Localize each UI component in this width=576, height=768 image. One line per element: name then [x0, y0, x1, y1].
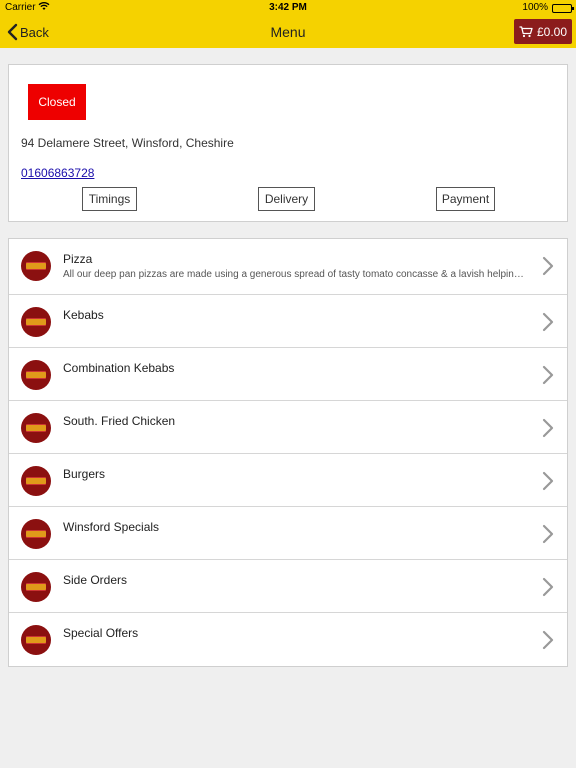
- menu-category-list: Pizza All our deep pan pizzas are made u…: [8, 238, 568, 667]
- chevron-right-icon: [542, 365, 554, 385]
- menu-item-description: All our deep pan pizzas are made using a…: [63, 269, 528, 280]
- restaurant-logo: [21, 251, 51, 281]
- nav-bar: Back Menu £0.00: [0, 16, 576, 48]
- menu-item-title: Special Offers: [63, 626, 139, 640]
- restaurant-logo: [21, 625, 51, 655]
- menu-item-burgers[interactable]: Burgers: [9, 454, 567, 507]
- cart-button[interactable]: £0.00: [514, 19, 572, 44]
- status-bar: Carrier 3:42 PM 100%: [0, 0, 576, 16]
- status-badge: Closed: [28, 84, 86, 120]
- phone-link[interactable]: 01606863728: [21, 166, 94, 180]
- cart-icon: [519, 25, 533, 37]
- store-address: 94 Delamere Street, Winsford, Cheshire: [21, 136, 234, 150]
- battery-percent: 100%: [522, 2, 548, 13]
- restaurant-logo: [21, 519, 51, 549]
- restaurant-logo: [21, 466, 51, 496]
- chevron-right-icon: [542, 418, 554, 438]
- menu-item-title: Combination Kebabs: [63, 361, 175, 375]
- menu-item-title: Winsford Specials: [63, 520, 160, 534]
- menu-item-title: Pizza: [63, 252, 93, 266]
- menu-item-side-orders[interactable]: Side Orders: [9, 560, 567, 613]
- chevron-right-icon: [542, 312, 554, 332]
- chevron-right-icon: [542, 524, 554, 544]
- restaurant-logo: [21, 413, 51, 443]
- menu-item-southern-fried-chicken[interactable]: South. Fried Chicken: [9, 401, 567, 454]
- timings-button[interactable]: Timings: [82, 187, 137, 211]
- chevron-right-icon: [542, 577, 554, 597]
- menu-item-winsford-specials[interactable]: Winsford Specials: [9, 507, 567, 560]
- page-title: Menu: [270, 24, 306, 40]
- delivery-button[interactable]: Delivery: [258, 187, 315, 211]
- menu-item-kebabs[interactable]: Kebabs: [9, 295, 567, 348]
- store-info-card: Closed 94 Delamere Street, Winsford, Che…: [8, 64, 568, 222]
- clock: 3:42 PM: [269, 2, 307, 13]
- restaurant-logo: [21, 572, 51, 602]
- menu-item-combination-kebabs[interactable]: Combination Kebabs: [9, 348, 567, 401]
- chevron-right-icon: [542, 471, 554, 491]
- menu-item-title: Kebabs: [63, 308, 104, 322]
- cart-total: £0.00: [536, 24, 568, 39]
- menu-item-special-offers[interactable]: Special Offers: [9, 613, 567, 666]
- restaurant-logo: [21, 360, 51, 390]
- menu-item-title: Burgers: [63, 467, 106, 481]
- menu-item-title: South. Fried Chicken: [63, 414, 176, 428]
- chevron-right-icon: [542, 256, 554, 276]
- menu-item-title: Side Orders: [63, 573, 128, 587]
- restaurant-logo: [21, 307, 51, 337]
- payment-button[interactable]: Payment: [436, 187, 495, 211]
- menu-item-pizza[interactable]: Pizza All our deep pan pizzas are made u…: [9, 239, 567, 295]
- chevron-right-icon: [542, 630, 554, 650]
- battery-icon: [552, 4, 574, 13]
